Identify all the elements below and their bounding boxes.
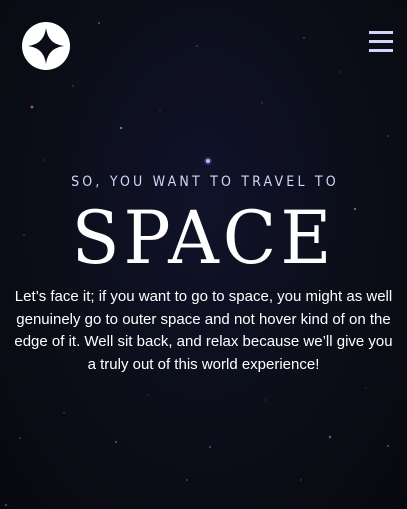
star [264,399,266,401]
star [365,387,367,389]
star [261,102,263,104]
star [328,435,332,439]
star [159,109,161,111]
hero-intro-text: Let’s face it; if you want to go to spac… [14,288,393,373]
hamburger-line [369,40,393,43]
star [300,479,302,481]
star [43,159,45,161]
star [19,437,21,439]
hamburger-icon[interactable] [369,31,393,53]
star [115,441,117,443]
hero-headline: SPACE [71,194,336,282]
star [119,126,123,130]
star [147,394,149,396]
star [186,479,188,481]
star [209,446,211,448]
home-page: SO, YOU WANT TO TRAVEL TO SPACE Let’s fa… [0,0,407,509]
star [387,135,389,137]
star [387,445,389,447]
logo-icon[interactable] [22,22,70,70]
star [30,105,34,109]
star [5,504,7,506]
hamburger-line [369,31,393,34]
four-point-star-icon [28,28,64,64]
site-header [0,0,407,95]
star [204,157,212,165]
hamburger-line [369,49,393,52]
hero-section: SO, YOU WANT TO TRAVEL TO SPACE Let’s fa… [0,172,407,376]
star [63,412,65,414]
hero-eyebrow: SO, YOU WANT TO TRAVEL TO [71,174,339,190]
